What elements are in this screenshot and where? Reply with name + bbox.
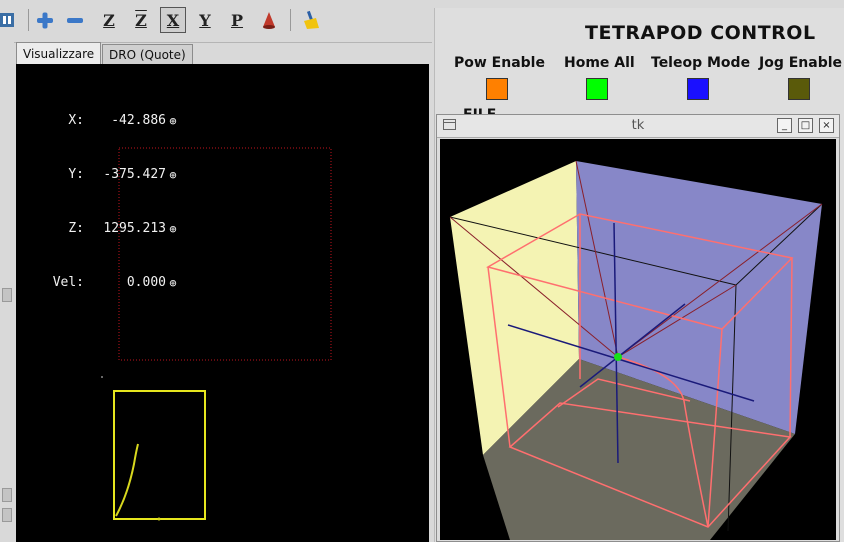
- close-button[interactable]: ×: [819, 118, 834, 133]
- tab-dro-label: DRO (Quote): [109, 47, 186, 62]
- zoom-out-icon[interactable]: [62, 7, 88, 33]
- machine-icon[interactable]: [0, 7, 20, 33]
- end-effector: [614, 353, 622, 361]
- preview-canvas[interactable]: X: -42.886 ⊕ Y: -375.427 ⊕ Z: 1295.213 ⊕…: [16, 64, 429, 542]
- machine-limits-box: [118, 147, 332, 361]
- tab-visualizzare-label: Visualizzare: [23, 47, 95, 61]
- tab-dro[interactable]: DRO (Quote): [102, 44, 193, 64]
- tetrapod-3d-scene: [449, 160, 823, 540]
- teleop-mode-label: Teleop Mode: [651, 55, 751, 71]
- home-all-label: Home All: [564, 55, 635, 71]
- edge-handle[interactable]: [2, 488, 12, 502]
- view-x-label: X: [166, 10, 180, 30]
- view-y-label: Y: [199, 10, 211, 30]
- tool-trace: [115, 443, 139, 517]
- edge-handle[interactable]: [2, 288, 12, 302]
- maximize-button[interactable]: □: [798, 118, 813, 133]
- clear-live-plot-icon[interactable]: [298, 7, 324, 33]
- toolbar: Z Z X Y P: [0, 0, 432, 43]
- tk-window: tk _ □ ×: [436, 114, 840, 542]
- left-edge-strip: [0, 42, 14, 542]
- minimize-button[interactable]: _: [777, 118, 792, 133]
- jog-enable-label: Jog Enable: [759, 55, 843, 71]
- view-y-icon[interactable]: Y: [192, 7, 218, 33]
- view-x-icon[interactable]: X: [160, 7, 186, 33]
- view-z-icon[interactable]: Z: [96, 7, 122, 33]
- pow-enable-label: Pow Enable: [454, 55, 545, 71]
- panel-title: TETRAPOD CONTROL: [585, 22, 816, 44]
- tetrapod-3d-view[interactable]: [440, 139, 836, 540]
- view-z-rotated-icon[interactable]: Z: [128, 7, 154, 33]
- tab-visualizzare[interactable]: Visualizzare: [16, 42, 102, 65]
- view-z-label: Z: [103, 10, 115, 30]
- work-envelope-box: [113, 390, 206, 520]
- teleop-mode-indicator[interactable]: [687, 78, 709, 100]
- toolpath-plot: [101, 147, 332, 521]
- pow-enable-indicator[interactable]: [486, 78, 508, 100]
- jog-enable-indicator[interactable]: [788, 78, 810, 100]
- view-p-label: P: [230, 10, 244, 30]
- perspective-cone-icon[interactable]: [256, 7, 282, 33]
- edge-handle[interactable]: [2, 508, 12, 522]
- home-all-indicator[interactable]: [586, 78, 608, 100]
- view-z2-label: Z: [135, 10, 147, 30]
- tk-titlebar[interactable]: tk _ □ ×: [437, 115, 839, 138]
- zoom-in-icon[interactable]: [32, 7, 58, 33]
- view-p-icon[interactable]: P: [224, 7, 250, 33]
